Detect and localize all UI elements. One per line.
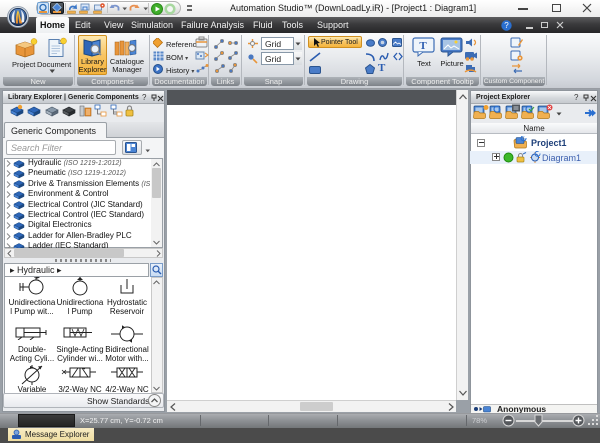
svg-text:T: T [419, 40, 427, 52]
svg-text:?: ? [504, 21, 509, 30]
